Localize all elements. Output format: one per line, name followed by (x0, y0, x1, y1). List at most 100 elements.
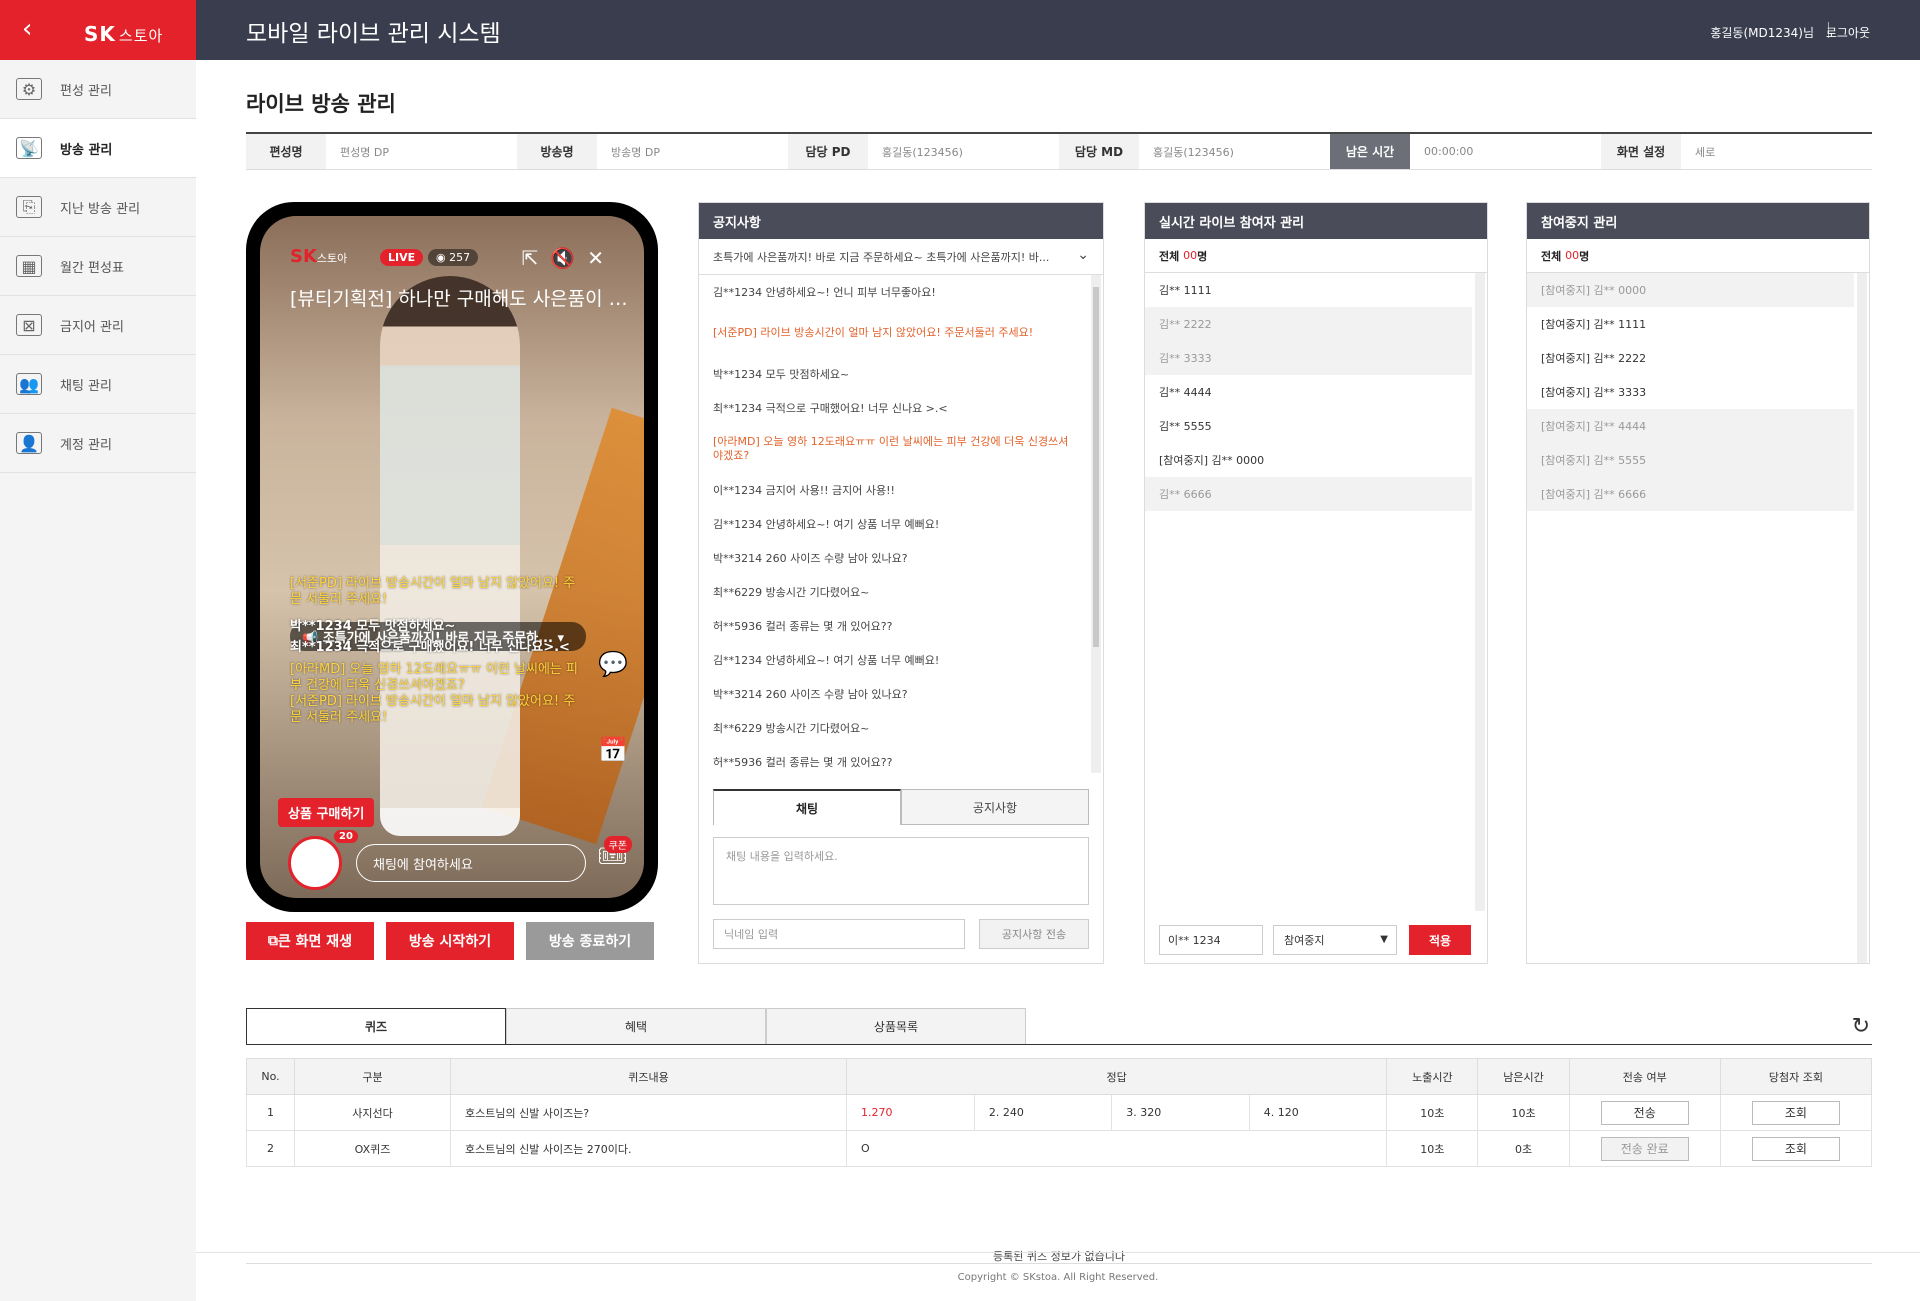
tab-notice[interactable]: 공지사항 (901, 789, 1089, 825)
refresh-icon[interactable]: ↻ (1852, 1014, 1870, 1039)
blocked-scrollbar[interactable] (1857, 273, 1867, 963)
history-icon: ⎘ (16, 196, 42, 218)
chat-message[interactable]: 김**1234 안녕하세요~! 여기 상품 너무 예뻐요! (699, 643, 1089, 677)
tab-quiz-1[interactable]: 혜택 (506, 1008, 766, 1044)
table-cell: 호스트님의 신발 사이즈는? (450, 1094, 847, 1131)
phone-top-icons: ⇱🔇✕ (522, 246, 616, 270)
selected-user-field[interactable]: 이** 1234 (1159, 925, 1263, 955)
chat-message[interactable]: 최**6229 방송시간 기다렸어요~ (699, 711, 1089, 745)
table-cell: 4. 120 (1248, 1094, 1388, 1131)
sidebar-item-label: 금지어 관리 (60, 319, 124, 335)
system-title: 모바일 라이브 관리 시스템 (246, 21, 501, 47)
host-image (380, 276, 520, 836)
sidebar-item-label: 편성 관리 (60, 83, 112, 99)
tab-chat[interactable]: 채팅 (713, 789, 901, 825)
calendar-icon[interactable]: 📅 (598, 736, 628, 764)
logout-link[interactable]: 로그아웃 (1826, 24, 1870, 41)
list-item[interactable]: 김** 3333 (1145, 341, 1472, 375)
end-broadcast-button[interactable]: 방송 종료하기 (526, 922, 654, 960)
sidebar-item[interactable]: ⊠ 금지어 관리 (0, 296, 196, 355)
sidebar-item[interactable]: ⚙ 편성 관리 (0, 60, 196, 119)
back-icon[interactable]: ‹ (22, 14, 32, 44)
table-cell: 10초 (1386, 1094, 1479, 1131)
chat-textarea[interactable]: 채팅 내용을 입력하세요. (713, 837, 1089, 905)
list-item[interactable]: 김** 1111 (1145, 273, 1472, 307)
list-item[interactable]: 김** 4444 (1145, 375, 1472, 409)
phone-chat-input[interactable]: 채팅에 참여하세요 (356, 844, 586, 882)
participant-list: 김** 1111 김** 2222 김** 3333 김** 4444 김** 5555… (1145, 273, 1472, 911)
lookup-button[interactable]: 조회 (1751, 1100, 1840, 1125)
chat-message[interactable]: 김**1234 안녕하세요~! 언니 피부 너무좋아요! (699, 275, 1089, 309)
action-select[interactable]: 참여중지 ▼ (1273, 925, 1397, 955)
chat-message[interactable]: 박**3214 260 사이즈 수량 남아 있나요? (699, 541, 1089, 575)
tab-quiz-0[interactable]: 퀴즈 (246, 1008, 506, 1044)
info-label: 편성명 (246, 134, 326, 169)
chat-message[interactable]: 박**3214 260 사이즈 수량 남아 있나요? (699, 677, 1089, 711)
buy-product-button[interactable]: 상품 구매하기 (278, 798, 375, 827)
chat-message[interactable]: 김**1234 안녕하세요~! 여기 상품 너무 예뻐요! (699, 507, 1089, 541)
list-item[interactable]: [참여중지] 김** 3333 (1527, 375, 1854, 409)
apply-button[interactable]: 적용 (1409, 925, 1471, 955)
blocked-panel: 참여중지 관리 전체 00 명 [참여중지] 김** 0000 [참여중지] 김**… (1526, 202, 1870, 964)
column-header: 당첨자 조회 (1719, 1058, 1873, 1095)
chat-message[interactable]: 박**1234 모두 맛점하세요~ (699, 357, 1089, 391)
chat-bubble-icon[interactable]: 💬 (598, 650, 628, 678)
phone-chat-line: [아라MD] 오늘 영하 12도래요ㅠㅠ 이런 날씨에는 피부 건강에 더욱 신… (290, 662, 578, 693)
list-item[interactable]: [참여중지] 김** 6666 (1527, 477, 1854, 511)
sidebar-item-label: 방송 관리 (60, 142, 113, 158)
info-label: 담당 PD (788, 134, 868, 169)
live-screen: SK스토아 LIVE ◉ 257 ⇱🔇✕ [뷰티기획전] 하나만 구매해도 사은… (260, 216, 644, 898)
chat-message[interactable]: 허**5936 컬러 종류는 몇 개 있어요?? (699, 745, 1089, 773)
logo-sk: SK (84, 22, 116, 46)
start-broadcast-button[interactable]: 방송 시작하기 (386, 922, 514, 960)
list-item[interactable]: 김** 2222 (1145, 307, 1472, 341)
lookup-button[interactable]: 조회 (1751, 1136, 1840, 1161)
list-item[interactable]: [참여중지] 김** 1111 (1527, 307, 1854, 341)
table-cell: 1 (246, 1094, 295, 1131)
scroll-thumb[interactable] (1093, 287, 1099, 647)
list-item[interactable]: 김** 6666 (1145, 477, 1472, 511)
list-item[interactable]: [참여중지] 김** 0000 (1145, 443, 1472, 477)
big-screen-button[interactable]: ⧉ 큰 화면 재생 (246, 922, 374, 960)
chat-message[interactable]: 최**6229 방송시간 기다렸어요~ (699, 575, 1089, 609)
logo: SK 스토아 (84, 22, 163, 46)
list-item[interactable]: 김** 5555 (1145, 409, 1472, 443)
send-button[interactable]: 전송 (1600, 1100, 1689, 1125)
sidebar-item[interactable]: 👥 채팅 관리 (0, 355, 196, 414)
chat-message[interactable]: 허**5936 컬러 종류는 몇 개 있어요?? (699, 609, 1089, 643)
tab-quiz-2[interactable]: 상품목록 (766, 1008, 1026, 1044)
chat-icon: 👥 (16, 373, 42, 395)
list-item[interactable]: [참여중지] 김** 0000 (1527, 273, 1854, 307)
list-item[interactable]: [참여중지] 김** 5555 (1527, 443, 1854, 477)
chat-message[interactable]: [서준PD] 라이브 방송시간이 얼마 남지 않았어요! 주문서둘러 주세요! (699, 309, 1089, 357)
sidebar-item[interactable]: ▦ 월간 편성표 (0, 237, 196, 296)
participants-panel-title: 실시간 라이브 참여자 관리 (1145, 203, 1487, 239)
product-count-badge: 20 (334, 830, 358, 843)
chat-message[interactable]: 이**1234 금지어 사용!! 금지어 사용!! (699, 473, 1089, 507)
participant-scrollbar[interactable] (1475, 273, 1485, 911)
nickname-input[interactable]: 닉네임 입력 (713, 919, 965, 949)
info-label: 화면 설정 (1601, 134, 1681, 169)
viewer-count-value: 257 (449, 251, 471, 264)
info-label: 담당 MD (1059, 134, 1139, 169)
info-value: 홍길동(123456) (1153, 145, 1234, 159)
chat-message[interactable]: [아라MD] 오늘 영하 12도래요ㅠㅠ 이런 날씨에는 피부 건강에 더욱 신… (699, 425, 1089, 473)
chat-scrollbar[interactable] (1091, 275, 1101, 773)
list-item[interactable]: [참여중지] 김** 4444 (1527, 409, 1854, 443)
sidebar-item-label: 계정 관리 (60, 437, 112, 453)
chat-message[interactable]: 최**1234 극적으로 구매했어요! 너무 신나요 >.< (699, 391, 1089, 425)
column-header: 남은시간 (1477, 1058, 1570, 1095)
send-notice-button[interactable]: 공지사항 전송 (979, 919, 1089, 949)
notice-select[interactable]: 초특가에 사은품까지! 바로 지금 주문하세요~ 초특가에 사은품까지! 바..… (699, 239, 1103, 275)
sidebar-item[interactable]: 👤 계정 관리 (0, 414, 196, 473)
sidebar-item[interactable]: ⎘ 지난 방송 관리 (0, 178, 196, 237)
participants-panel: 실시간 라이브 참여자 관리 전체 00 명 김** 1111 김** 2222 김*… (1144, 202, 1488, 964)
coupon-badge: 쿠폰 (603, 836, 632, 853)
close-icon[interactable]: ✕ (587, 246, 616, 270)
list-item[interactable]: [참여중지] 김** 2222 (1527, 341, 1854, 375)
product-thumbnail[interactable] (288, 836, 342, 890)
blocked-count: 전체 00 명 (1527, 239, 1869, 273)
mute-icon[interactable]: 🔇 (550, 246, 587, 270)
share-icon[interactable]: ⇱ (522, 246, 551, 270)
sidebar-item[interactable]: 📡 방송 관리 (0, 119, 196, 178)
